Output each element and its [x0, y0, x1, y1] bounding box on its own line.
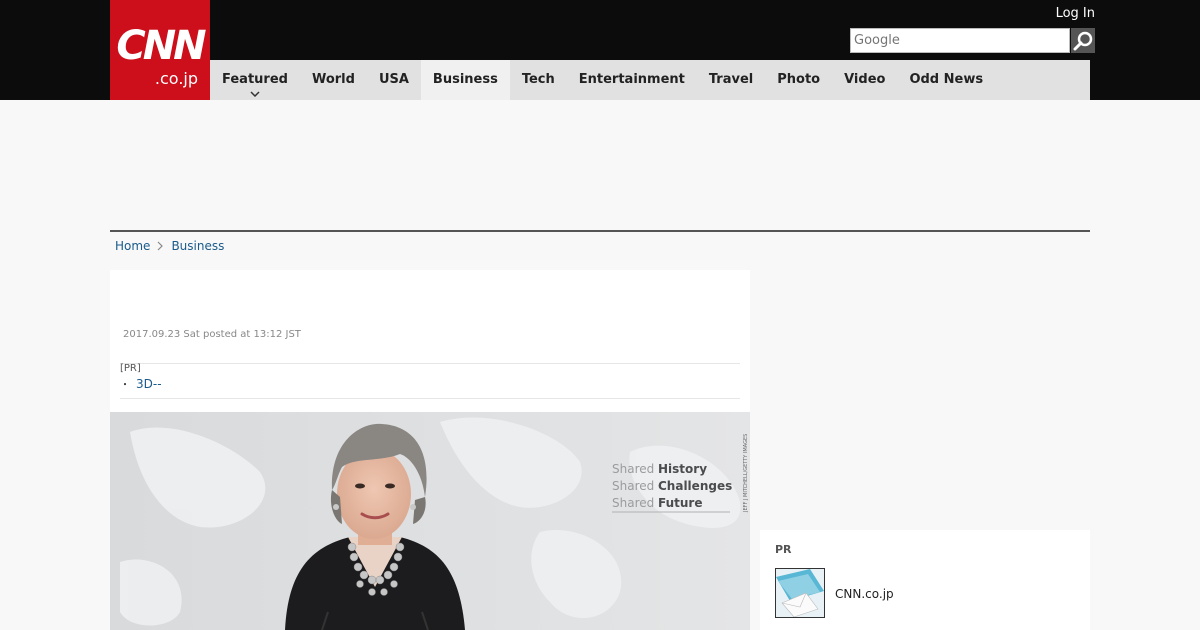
- nav-label: Tech: [521, 72, 555, 87]
- login-link[interactable]: Log In: [1056, 6, 1095, 21]
- sidebar-pr-label: PR: [775, 543, 792, 556]
- nav-label: USA: [378, 72, 409, 87]
- post-timestamp: 2017.09.23 Sat posted at 13:12 JST: [123, 329, 301, 340]
- slogan-light: Shared: [612, 462, 654, 476]
- nav-tech[interactable]: Tech: [510, 60, 567, 100]
- pr-label: [PR]: [120, 363, 141, 374]
- search-input[interactable]: [850, 28, 1070, 53]
- nav-photo[interactable]: Photo: [765, 60, 832, 100]
- nav-world[interactable]: World: [300, 60, 367, 100]
- slogan-bold: Challenges: [658, 479, 732, 493]
- chevron-right-icon: [158, 241, 164, 251]
- pr-link[interactable]: 3D--: [136, 377, 162, 391]
- slogan-bold: Future: [658, 496, 702, 510]
- pr-box: [PR] ・ 3D--: [120, 363, 740, 399]
- breadcrumb-home[interactable]: Home: [115, 238, 150, 254]
- nav-label: Travel: [708, 72, 754, 87]
- breadcrumb: Home Business: [115, 238, 224, 254]
- logo-domain: .co.jp: [154, 69, 198, 88]
- section-divider: [110, 230, 1090, 232]
- pr-link-row: ・ 3D--: [120, 376, 162, 391]
- bullet: ・: [120, 380, 130, 391]
- nav-video[interactable]: Video: [832, 60, 897, 100]
- nav-label: Business: [432, 72, 498, 87]
- cnn-logo[interactable]: CNN .co.jp: [110, 0, 210, 100]
- ad-area: [110, 100, 1090, 230]
- envelope-icon: [776, 569, 824, 617]
- logo-wordmark: CNN: [116, 23, 206, 69]
- slogan-light: Shared: [612, 479, 654, 493]
- nav-label: Featured: [222, 72, 288, 87]
- breadcrumb-business[interactable]: Business: [171, 238, 224, 254]
- pr-thumbnail[interactable]: [775, 568, 825, 618]
- nav-label: Photo: [777, 72, 821, 87]
- slogan-light: Shared: [612, 496, 654, 510]
- nav-label: Video: [844, 72, 886, 87]
- nav-usa[interactable]: USA: [367, 60, 421, 100]
- nav-featured[interactable]: Featured: [210, 60, 300, 100]
- sidebar-pr-card: PR CNN.co.jp: [760, 530, 1090, 630]
- article-photo: Shared History Shared Challenges Shared …: [110, 412, 750, 630]
- nav-odd-news[interactable]: Odd News: [897, 60, 995, 100]
- article-card: 2017.09.23 Sat posted at 13:12 JST [PR] …: [110, 270, 750, 630]
- nav-entertainment[interactable]: Entertainment: [567, 60, 697, 100]
- nav-business[interactable]: Business: [420, 60, 510, 100]
- slogan-bold: History: [658, 462, 707, 476]
- search-icon: [1073, 31, 1093, 50]
- nav-label: Odd News: [909, 72, 984, 87]
- chevron-down-icon: [250, 91, 260, 97]
- nav-travel[interactable]: Travel: [697, 60, 765, 100]
- nav-label: Entertainment: [578, 72, 685, 87]
- photo-credit: JEFF J MITCHELL/GETTY IMAGES: [743, 434, 749, 513]
- main-nav: Featured World USA Business Tech Enterta…: [210, 60, 1090, 100]
- nav-label: World: [311, 72, 355, 87]
- search-button[interactable]: [1071, 28, 1095, 53]
- sidebar-pr-link[interactable]: CNN.co.jp: [835, 587, 894, 601]
